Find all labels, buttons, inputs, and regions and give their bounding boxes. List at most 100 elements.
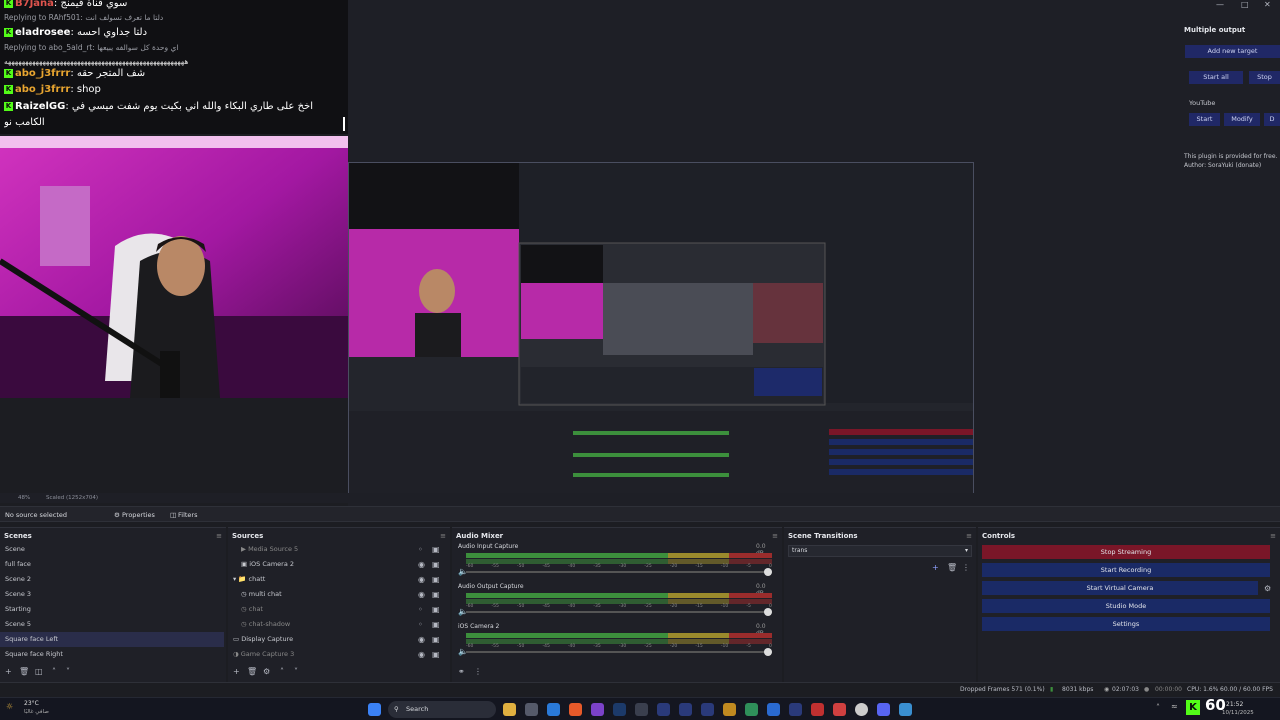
lock-icon[interactable]: ▣ xyxy=(432,590,440,600)
vscode-icon[interactable] xyxy=(547,703,560,716)
wifi-icon[interactable]: ≈ xyxy=(1171,702,1178,711)
source-item[interactable]: ◑ Game Capture 3 xyxy=(228,647,428,662)
visibility-icon[interactable]: ◉ xyxy=(418,650,425,660)
add-icon[interactable]: + xyxy=(932,563,939,573)
chevron-down-icon[interactable]: ˅ xyxy=(66,667,70,677)
discord-icon[interactable] xyxy=(877,703,890,716)
dock-menu-icon[interactable]: ≡ xyxy=(772,532,778,540)
dock-menu-icon[interactable]: ≡ xyxy=(966,532,972,540)
obs-preview[interactable] xyxy=(348,162,974,494)
search-box[interactable]: ⚲ Search xyxy=(388,701,496,718)
chevron-up-icon[interactable]: ˄ xyxy=(1156,703,1160,712)
close-icon[interactable]: ✕ xyxy=(1264,0,1271,10)
lock-icon[interactable]: ▣ xyxy=(432,545,440,555)
volume-slider[interactable] xyxy=(466,608,772,616)
visibility-icon[interactable]: ◦ xyxy=(418,545,423,555)
after-effects-icon[interactable] xyxy=(657,703,670,716)
chevron-up-icon[interactable]: ˄ xyxy=(280,667,284,677)
file-explorer-icon[interactable] xyxy=(503,703,516,716)
stop-streaming-button[interactable]: Stop Streaming xyxy=(982,545,1270,559)
modify-target-button[interactable]: Modify xyxy=(1224,113,1260,126)
settings-button[interactable]: Settings xyxy=(982,617,1270,631)
lock-icon[interactable]: ▣ xyxy=(432,650,440,660)
app-icon[interactable] xyxy=(767,703,780,716)
brave-icon[interactable] xyxy=(569,703,582,716)
kick-icon[interactable]: K xyxy=(1186,700,1200,715)
source-item[interactable]: ▭ Display Capture xyxy=(228,632,428,647)
start-all-button[interactable]: Start all xyxy=(1189,71,1243,84)
lock-icon[interactable]: ▣ xyxy=(432,635,440,645)
source-item[interactable]: ◷ chat-shadow xyxy=(236,617,436,632)
app-icon[interactable] xyxy=(745,703,758,716)
obs-icon[interactable] xyxy=(855,703,868,716)
lock-icon[interactable]: ▣ xyxy=(432,560,440,570)
transition-select[interactable]: trans ▾ xyxy=(788,545,972,557)
filters-button[interactable]: Filters xyxy=(178,507,197,523)
visibility-icon[interactable]: ◦ xyxy=(418,620,423,630)
visibility-icon[interactable]: ◉ xyxy=(418,575,425,585)
scene-item[interactable]: Scene 2 xyxy=(0,572,224,587)
windows-start-icon[interactable] xyxy=(368,703,381,716)
start-recording-button[interactable]: Start Recording xyxy=(982,563,1270,577)
minimize-icon[interactable]: — xyxy=(1216,0,1224,10)
source-item[interactable]: ◷ multi chat xyxy=(236,587,436,602)
lock-icon[interactable]: ▣ xyxy=(432,620,440,630)
gear-icon[interactable]: ⚙ xyxy=(263,667,270,677)
visibility-icon[interactable]: ◉ xyxy=(418,590,425,600)
chevron-down-icon[interactable]: ˅ xyxy=(294,667,298,677)
speaker-icon[interactable]: 🔈 xyxy=(458,567,468,577)
store-icon[interactable] xyxy=(525,703,538,716)
scene-item[interactable]: Square face Right xyxy=(0,647,224,662)
add-icon[interactable]: + xyxy=(233,667,240,677)
trash-icon[interactable]: 🗑 xyxy=(947,563,957,573)
gear-icon[interactable]: ⚙ xyxy=(1264,584,1271,594)
visibility-icon[interactable]: ◉ xyxy=(418,635,425,645)
app-icon[interactable] xyxy=(811,703,824,716)
trash-icon[interactable]: 🗑 xyxy=(19,667,29,677)
speaker-icon[interactable]: 🔈 xyxy=(458,647,468,657)
scene-item[interactable]: Scene 3 xyxy=(0,587,224,602)
scene-item[interactable]: Scene xyxy=(0,542,224,557)
scene-item[interactable]: full face xyxy=(0,557,224,572)
source-group[interactable]: ▾ 📁 chatt xyxy=(228,572,428,587)
scene-item-selected[interactable]: Square face Left xyxy=(0,632,224,647)
source-item[interactable]: ▣ iOS Camera 2 xyxy=(236,557,436,572)
source-item[interactable]: ◷ chat xyxy=(236,602,436,617)
source-item[interactable]: ▶ Media Source 5 xyxy=(236,542,436,557)
start-target-button[interactable]: Start xyxy=(1189,113,1220,126)
more-icon[interactable]: ⋮ xyxy=(962,563,970,573)
properties-button[interactable]: Properties xyxy=(122,507,155,523)
visibility-icon[interactable]: ◦ xyxy=(418,605,423,615)
premiere-icon[interactable] xyxy=(789,703,802,716)
telegram-icon[interactable] xyxy=(899,703,912,716)
volume-slider[interactable] xyxy=(466,568,772,576)
visibility-icon[interactable]: ◉ xyxy=(418,560,425,570)
scene-item[interactable]: Starting xyxy=(0,602,224,617)
speaker-icon[interactable]: 🔈 xyxy=(458,607,468,617)
zoom-level[interactable]: 48% xyxy=(18,493,30,503)
lock-icon[interactable]: ▣ xyxy=(432,605,440,615)
app-icon[interactable] xyxy=(723,703,736,716)
studio-mode-button[interactable]: Studio Mode xyxy=(982,599,1270,613)
trash-icon[interactable]: 🗑 xyxy=(247,667,257,677)
app-icon[interactable] xyxy=(635,703,648,716)
link-icon[interactable]: ⚭ xyxy=(458,667,465,677)
lock-icon[interactable]: ▣ xyxy=(432,575,440,585)
scene-item[interactable]: Scene 5 xyxy=(0,617,224,632)
add-icon[interactable]: + xyxy=(5,667,12,677)
audition-icon[interactable] xyxy=(679,703,692,716)
chevron-up-icon[interactable]: ˄ xyxy=(52,667,56,677)
add-target-button[interactable]: Add new target xyxy=(1185,45,1280,58)
dock-menu-icon[interactable]: ≡ xyxy=(216,532,222,540)
delete-target-button[interactable]: D xyxy=(1264,113,1280,126)
visual-studio-icon[interactable] xyxy=(591,703,604,716)
start-virtual-camera-button[interactable]: Start Virtual Camera xyxy=(982,581,1258,595)
photoshop-icon[interactable] xyxy=(613,703,626,716)
volume-slider[interactable] xyxy=(466,648,772,656)
more-icon[interactable]: ⋮ xyxy=(474,667,482,677)
dock-menu-icon[interactable]: ≡ xyxy=(440,532,446,540)
stop-all-button[interactable]: Stop xyxy=(1249,71,1280,84)
media-encoder-icon[interactable] xyxy=(701,703,714,716)
app-icon[interactable] xyxy=(833,703,846,716)
maximize-icon[interactable]: □ xyxy=(1241,0,1249,10)
